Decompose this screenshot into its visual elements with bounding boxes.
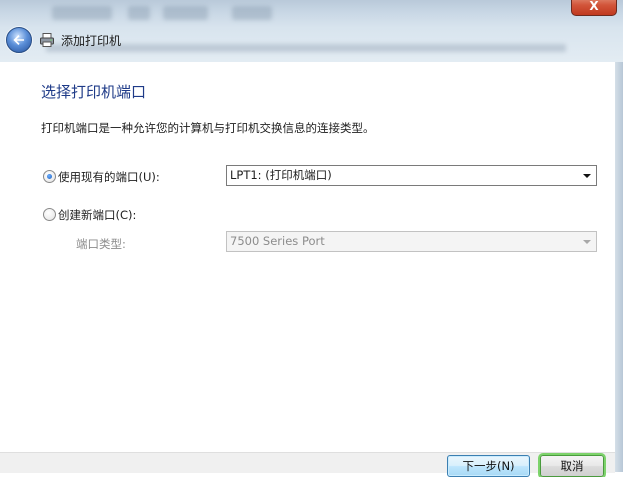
close-button[interactable]: X [571,0,617,16]
existing-port-radio[interactable] [43,170,56,183]
page-title: 选择打印机端口 [41,83,147,101]
port-type-dropdown[interactable]: 7500 Series Port [226,231,597,252]
printer-icon [40,33,54,47]
back-button[interactable] [6,27,32,53]
next-button[interactable]: 下一步(N) [447,455,530,477]
existing-port-label[interactable]: 使用现有的端口(U): [58,169,160,185]
new-port-radio[interactable] [43,208,56,221]
radio-selected-dot [47,174,52,179]
back-arrow-icon [13,35,24,45]
port-type-label: 端口类型: [76,237,126,251]
chevron-down-icon [583,240,591,244]
chevron-down-icon [583,174,591,178]
window-border [615,62,623,472]
wizard-content: 选择打印机端口 打印机端口是一种允许您的计算机与打印机交换信息的连接类型。 使用… [0,62,615,452]
page-description: 打印机端口是一种允许您的计算机与打印机交换信息的连接类型。 [41,121,375,135]
window-title: 添加打印机 [61,34,122,48]
existing-port-dropdown[interactable]: LPT1: (打印机端口) [226,165,597,186]
port-type-value: 7500 Series Port [230,234,325,248]
existing-port-value: LPT1: (打印机端口) [230,168,332,182]
cancel-button[interactable]: 取消 [540,455,604,477]
new-port-label[interactable]: 创建新端口(C): [58,207,136,223]
window-frame [0,0,623,62]
